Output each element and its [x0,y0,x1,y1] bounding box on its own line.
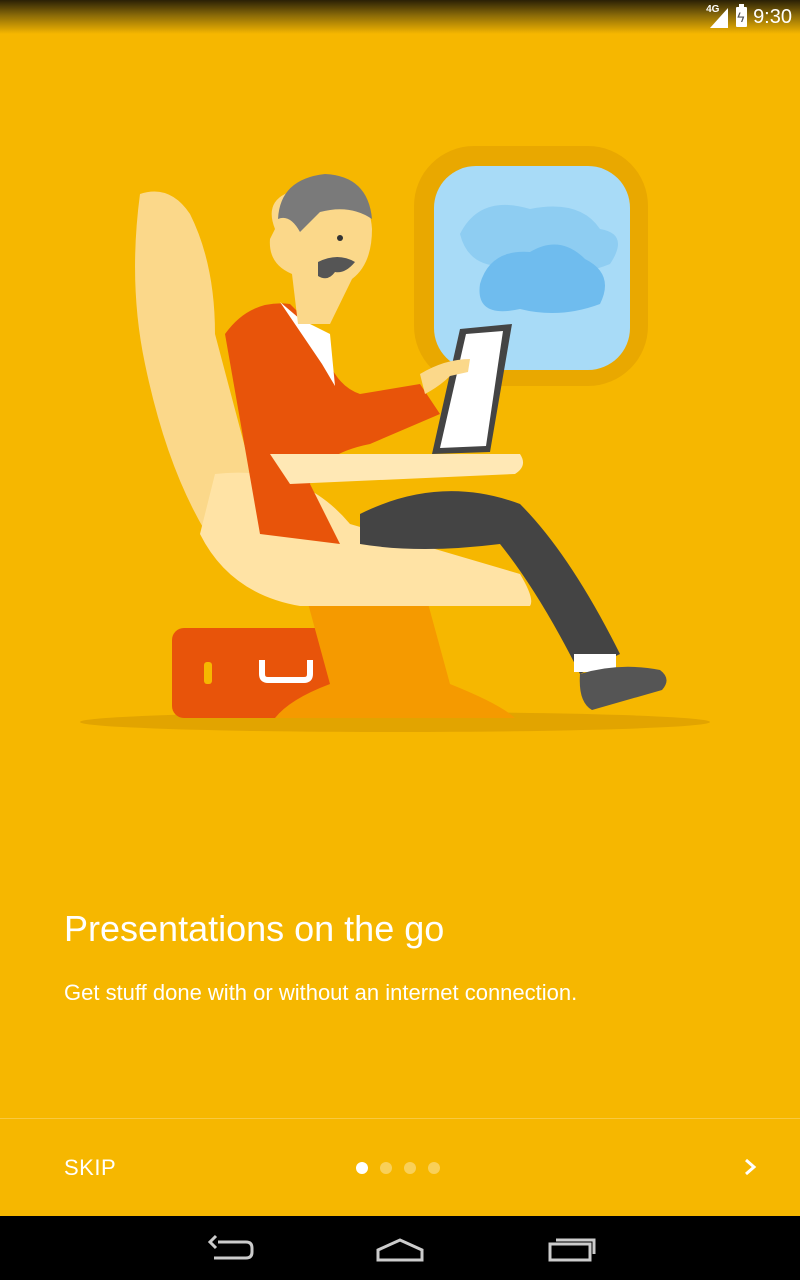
onboarding-description: Get stuff done with or without an intern… [64,980,578,1005]
page-dot-4 [428,1162,440,1174]
status-icons: 4G 9:30 [706,4,792,30]
shoe-icon [579,666,667,710]
armrest [270,454,524,484]
network-type-label: 4G [706,4,720,15]
status-bar: 4G 9:30 [0,0,800,34]
onboarding-footer: SKIP [0,1118,800,1217]
back-button[interactable] [200,1232,260,1264]
recents-button[interactable] [540,1232,600,1264]
skip-button[interactable]: SKIP [64,1155,116,1181]
navigation-bar [0,1216,800,1280]
page-dot-2 [380,1162,392,1174]
airplane-window-icon [414,146,648,386]
page-dot-1 [356,1162,368,1174]
back-icon [207,1234,254,1260]
chevron-right-icon [745,1158,757,1176]
page-indicator [356,1162,440,1174]
man-head [269,174,372,324]
onboarding-title: Presentations on the go [64,908,445,949]
home-button[interactable] [370,1232,430,1264]
onboarding-illustration [80,146,710,732]
home-icon [376,1238,424,1262]
page-dot-3 [404,1162,416,1174]
next-button[interactable] [730,1147,770,1187]
signal-icon: 4G [706,4,730,28]
status-time: 9:30 [753,5,792,28]
battery-charging-icon [736,4,748,27]
recents-icon [548,1238,596,1262]
